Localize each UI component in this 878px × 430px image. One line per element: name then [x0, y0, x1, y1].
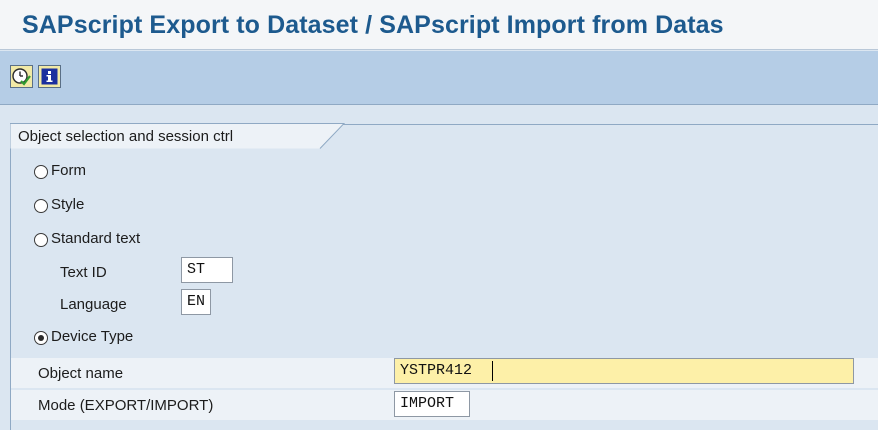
group-box-title: Object selection and session ctrl	[18, 128, 234, 145]
execute-button[interactable]	[10, 65, 33, 88]
radio-form[interactable]	[34, 165, 48, 179]
radio-form-label[interactable]: Form	[51, 162, 86, 179]
text-cursor	[492, 361, 493, 381]
radio-standard-text-label[interactable]: Standard text	[51, 230, 140, 247]
execute-clock-icon	[12, 68, 31, 86]
page-title: SAPscript Export to Dataset / SAPscript …	[22, 11, 724, 39]
radio-standard-text[interactable]	[34, 233, 48, 247]
title-bar: SAPscript Export to Dataset / SAPscript …	[0, 0, 878, 50]
object-name-field[interactable]: YSTPR412	[394, 358, 854, 384]
radio-style-label[interactable]: Style	[51, 196, 84, 213]
information-icon	[41, 68, 58, 85]
object-name-label: Object name	[38, 365, 124, 382]
information-button[interactable]	[38, 65, 61, 88]
mode-label: Mode (EXPORT/IMPORT)	[38, 397, 214, 414]
text-id-field[interactable]: ST	[181, 257, 233, 283]
language-field[interactable]: EN	[181, 289, 211, 315]
language-label: Language	[60, 296, 127, 313]
mode-field[interactable]: IMPORT	[394, 391, 470, 417]
radio-device-type-label[interactable]: Device Type	[51, 328, 133, 345]
radio-style[interactable]	[34, 199, 48, 213]
radio-device-type[interactable]	[34, 331, 48, 345]
application-toolbar	[0, 51, 878, 105]
selection-screen: Object selection and session ctrl Form S…	[0, 106, 878, 430]
group-box-header: Object selection and session ctrl	[10, 123, 345, 149]
text-id-label: Text ID	[60, 264, 107, 281]
